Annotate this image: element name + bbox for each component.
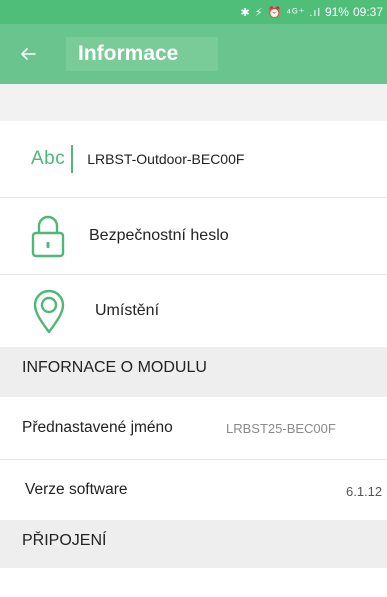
- ssid-value: LRBST-Outdoor-BEC00F: [87, 151, 245, 167]
- default-name-row: Přednastavené jméno LRBST25-BEC00F: [0, 397, 387, 460]
- page-title: Informace: [66, 37, 218, 71]
- clock: 09:37: [352, 5, 383, 19]
- lock-icon: [31, 215, 65, 258]
- app-bar: Informace: [0, 24, 387, 84]
- default-name-label: Přednastavené jméno: [22, 419, 173, 436]
- default-name-value: LRBST25-BEC00F: [226, 421, 336, 436]
- status-icons: ✱ ⚡ ⏰ ⁴ᴳ⁺ .ıl: [240, 6, 321, 19]
- bottom-content: [0, 568, 387, 597]
- back-button[interactable]: [0, 24, 56, 84]
- software-version-label: Verze software: [25, 481, 128, 498]
- location-row[interactable]: Umístění: [0, 275, 387, 347]
- battery-level: 91%: [324, 5, 349, 19]
- arrow-left-icon: [21, 48, 36, 60]
- connection-header: PŘIPOJENÍ: [0, 520, 387, 568]
- password-label: Bezpečnostní heslo: [89, 227, 229, 244]
- top-spacer: [0, 84, 387, 121]
- password-row[interactable]: Bezpečnostní heslo: [0, 198, 387, 275]
- text-field-icon: Abc: [31, 144, 74, 174]
- location-pin-icon: [33, 289, 65, 334]
- software-version-value: 6.1.12: [346, 484, 383, 499]
- status-bar: ✱ ⚡ ⏰ ⁴ᴳ⁺ .ıl 91% 09:37: [0, 0, 387, 24]
- ssid-row[interactable]: Abc LRBST-Outdoor-BEC00F: [0, 121, 387, 198]
- software-version-row: Verze software 6.1.12: [0, 460, 387, 520]
- module-info-header: INFORNACE O MODULU: [0, 347, 387, 397]
- location-label: Umístění: [95, 302, 160, 319]
